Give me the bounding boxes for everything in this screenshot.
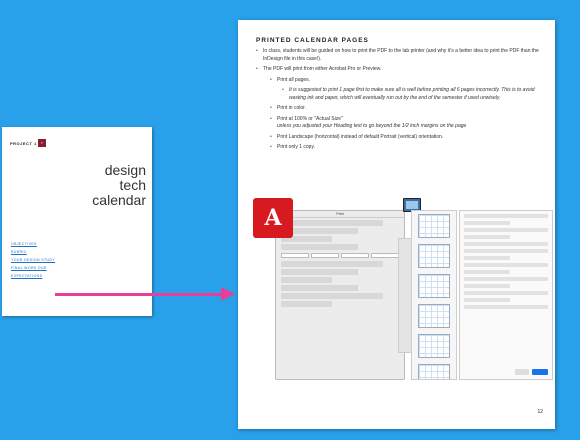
- presets-row[interactable]: [464, 221, 510, 225]
- project-label: PROJECT 1: [10, 141, 37, 146]
- cover-title-line: calendar: [92, 192, 146, 208]
- instruction-text: In class, students will be guided on how…: [263, 48, 539, 62]
- print-dialog-title: Print: [276, 211, 404, 218]
- cover-link-list: OBJECTIVES RUBRIC YOUR DESIGN STUDY FINA…: [11, 242, 55, 282]
- page-thumbnail[interactable]: [418, 214, 450, 238]
- layout-row[interactable]: [464, 291, 548, 295]
- cover-title-line: tech: [119, 177, 146, 193]
- page-thumbnail[interactable]: [418, 244, 450, 268]
- page-setup-button[interactable]: [281, 301, 333, 307]
- instruction-item: Print in color.: [270, 105, 548, 113]
- instruction-text: Print at 100% or "Actual Size": [277, 115, 343, 122]
- orientation-row[interactable]: [464, 249, 548, 253]
- instruction-text: The PDF will print from either Acrobat P…: [263, 66, 382, 72]
- preview-menu[interactable]: [464, 256, 510, 260]
- printer-row[interactable]: [464, 214, 548, 218]
- page-heading: PRINTED CALENDAR PAGES: [256, 37, 369, 44]
- page-thumbnail[interactable]: [418, 334, 450, 358]
- printer-select[interactable]: [281, 220, 384, 226]
- print-dialog: Print: [275, 210, 405, 380]
- choose-paper-option[interactable]: [281, 269, 358, 275]
- link-objectives[interactable]: OBJECTIVES: [11, 242, 55, 250]
- page-number: 12: [537, 409, 543, 415]
- pages-range[interactable]: [281, 244, 358, 250]
- preview-print-panel: [459, 210, 553, 380]
- print-button[interactable]: [532, 369, 548, 375]
- media-quality-row[interactable]: [464, 298, 510, 302]
- link-final-work-due[interactable]: FINAL WORK DUE: [11, 266, 55, 274]
- instruction-item: It is suggested to print 1 page first to…: [282, 87, 548, 102]
- finishing-row[interactable]: [464, 305, 548, 309]
- link-rubric[interactable]: RUBRIC: [11, 250, 55, 258]
- instruction-text: Print all pages.: [277, 76, 311, 83]
- page-thumbnail[interactable]: [418, 364, 450, 379]
- page-sizing-tabs[interactable]: [281, 253, 399, 258]
- scale-to-fit-row[interactable]: [464, 277, 548, 281]
- copies-row[interactable]: [464, 228, 548, 232]
- project-badge: ▪: [38, 139, 46, 147]
- instruction-text: Print in color.: [277, 105, 306, 111]
- document-page: PRINTED CALENDAR PAGES In class, student…: [238, 20, 555, 429]
- cover-title: design tech calendar: [92, 163, 146, 208]
- instruction-subtext: unless you adjusted your Heading text to…: [277, 123, 467, 129]
- print-dialog-screenshot: Print A: [253, 198, 553, 383]
- instructions-content: In class, students will be guided on how…: [256, 48, 548, 155]
- instruction-item: In class, students will be guided on how…: [256, 48, 548, 63]
- instruction-item: Print all pages.: [270, 77, 548, 85]
- instruction-text: Print Landscape (horizontal) instead of …: [277, 133, 444, 140]
- instructions-list: In class, students will be guided on how…: [256, 48, 548, 152]
- page-thumbnail[interactable]: [418, 304, 450, 328]
- instruction-item: The PDF will print from either Acrobat P…: [256, 66, 548, 74]
- pages-row[interactable]: [464, 235, 510, 239]
- instruction-text: It is suggested to print 1 page first to…: [289, 87, 535, 101]
- pointer-arrow-head: [221, 287, 235, 301]
- instruction-item: Print Landscape (horizontal) instead of …: [270, 134, 548, 142]
- cancel-button[interactable]: [515, 369, 529, 375]
- scale-row[interactable]: [464, 270, 510, 274]
- orientation-option[interactable]: [281, 285, 358, 291]
- instruction-item: Print at 100% or "Actual Size"unless you…: [270, 116, 548, 131]
- paper-size-row[interactable]: [464, 242, 548, 246]
- page-thumbnail[interactable]: [418, 274, 450, 298]
- acrobat-pdf-icon: A: [253, 198, 293, 238]
- instruction-item: Print only 1 copy.: [270, 144, 548, 152]
- page-thumbnails: [411, 210, 457, 380]
- comments-forms[interactable]: [281, 293, 384, 299]
- orientation-label: [281, 277, 333, 283]
- cover-title-line: design: [104, 162, 146, 178]
- copies-per-page-row[interactable]: [464, 284, 510, 288]
- link-expectations[interactable]: EXPECTATIONS: [11, 274, 55, 282]
- cover-page-thumbnail: PROJECT 1 ▪ design tech calendar OBJECTI…: [2, 127, 152, 316]
- link-design-study[interactable]: YOUR DESIGN STUDY: [11, 258, 55, 266]
- pointer-arrow-line: [55, 293, 223, 296]
- scale-option[interactable]: [281, 261, 384, 267]
- instruction-text: Print only 1 copy.: [277, 144, 315, 150]
- auto-rotate-row[interactable]: [464, 263, 548, 267]
